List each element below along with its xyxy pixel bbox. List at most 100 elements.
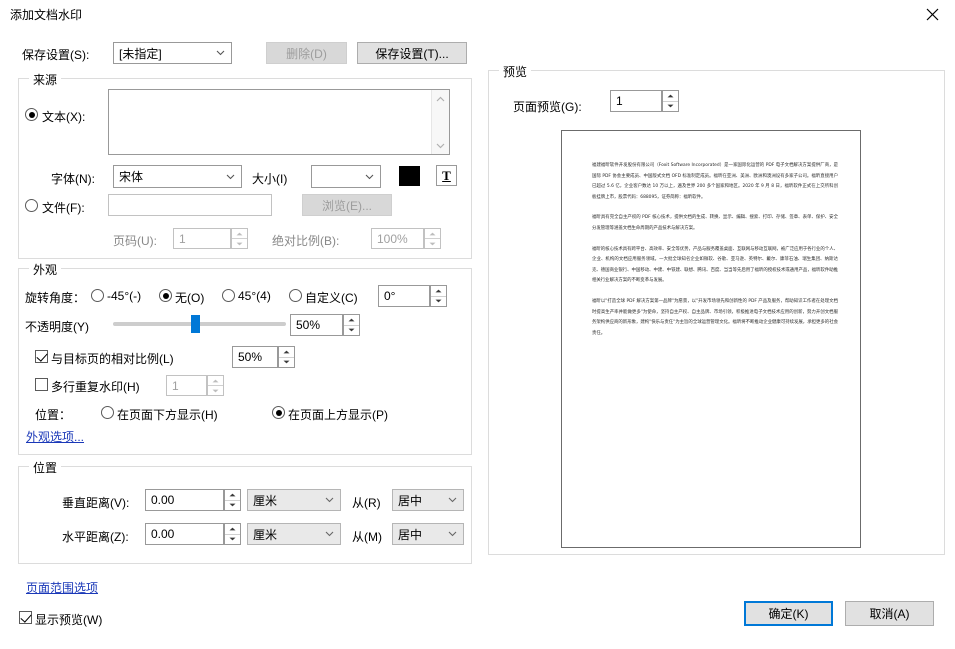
relative-scale-label: 与目标页的相对比例(L) bbox=[51, 350, 174, 367]
vertical-distance-value: 0.00 bbox=[151, 493, 174, 507]
spinner-up-icon[interactable] bbox=[208, 376, 223, 386]
appearance-options-link[interactable]: 外观选项... bbox=[26, 428, 84, 445]
spinner-down-icon[interactable] bbox=[232, 239, 247, 248]
file-path-input[interactable] bbox=[108, 194, 272, 216]
text-source-label: 文本(X): bbox=[42, 108, 85, 125]
spinner-down-icon[interactable] bbox=[431, 297, 446, 307]
rotation-radio-none[interactable] bbox=[159, 289, 172, 302]
vertical-distance-input[interactable]: 0.00 bbox=[145, 489, 224, 511]
close-button[interactable] bbox=[910, 0, 955, 28]
delete-preset-button[interactable]: 删除(D) bbox=[266, 42, 347, 64]
file-source-radio[interactable] bbox=[25, 199, 38, 212]
size-label: 大小(I) bbox=[252, 170, 287, 187]
chevron-down-icon bbox=[365, 172, 374, 181]
page-number-spinner[interactable] bbox=[231, 228, 248, 249]
relative-scale-value: 50% bbox=[238, 350, 262, 364]
spinner-down-icon[interactable] bbox=[225, 535, 240, 545]
page-preview-label: 页面预览(G): bbox=[513, 98, 582, 115]
ok-button[interactable]: 确定(K) bbox=[744, 601, 833, 626]
horizontal-unit-combo[interactable]: 厘米 bbox=[247, 523, 341, 545]
scroll-up-icon[interactable] bbox=[432, 90, 449, 107]
spinner-down-icon[interactable] bbox=[279, 358, 294, 368]
vertical-distance-spinner[interactable] bbox=[224, 489, 241, 511]
page-preview-spinner[interactable] bbox=[662, 90, 679, 112]
spinner-down-icon[interactable] bbox=[425, 239, 440, 248]
spinner-up-icon[interactable] bbox=[344, 315, 359, 326]
rotation-label-custom: 自定义(C) bbox=[305, 289, 358, 306]
font-combo[interactable]: 宋体 bbox=[113, 165, 242, 188]
horizontal-distance-label: 水平距离(Z): bbox=[62, 528, 129, 545]
spinner-up-icon[interactable] bbox=[232, 229, 247, 239]
page-preview-input[interactable]: 1 bbox=[610, 90, 662, 112]
save-settings-label: 保存设置(S): bbox=[22, 46, 89, 63]
spinner-up-icon[interactable] bbox=[225, 490, 240, 501]
text-source-radio[interactable] bbox=[25, 108, 38, 121]
preview-paragraph: 福昕以"打造全球 PDF 解决方案第一品牌"为愿景，以"开发市场领先和创新性的 … bbox=[592, 297, 838, 339]
spinner-up-icon[interactable] bbox=[279, 347, 294, 358]
relative-scale-spinner[interactable] bbox=[278, 346, 295, 368]
vertical-anchor-combo[interactable]: 居中 bbox=[392, 489, 464, 511]
opacity-spinner[interactable] bbox=[343, 314, 360, 336]
relative-scale-checkbox[interactable] bbox=[35, 350, 48, 363]
spinner-down-icon[interactable] bbox=[225, 501, 240, 511]
font-combo-value: 宋体 bbox=[119, 168, 143, 185]
size-combo[interactable] bbox=[311, 165, 381, 188]
rotation-radio-custom[interactable] bbox=[289, 289, 302, 302]
preset-combo[interactable]: [未指定] bbox=[113, 42, 232, 64]
preview-group-title: 预览 bbox=[499, 63, 531, 80]
absolute-scale-spinner[interactable] bbox=[424, 228, 441, 249]
vertical-unit-value: 厘米 bbox=[253, 492, 277, 509]
opacity-input[interactable]: 50% bbox=[290, 314, 343, 336]
preview-page[interactable]: 福建福昕软件开发股份有限公司（Foxit Software Incorporat… bbox=[561, 130, 861, 548]
scroll-down-icon[interactable] bbox=[432, 137, 449, 154]
vertical-unit-combo[interactable]: 厘米 bbox=[247, 489, 341, 511]
position-below-radio[interactable] bbox=[101, 406, 114, 419]
browse-button[interactable]: 浏览(E)... bbox=[302, 194, 392, 216]
page-range-options-link[interactable]: 页面范围选项 bbox=[26, 579, 98, 596]
spinner-up-icon[interactable] bbox=[425, 229, 440, 239]
relative-scale-input[interactable]: 50% bbox=[232, 346, 278, 368]
spinner-down-icon[interactable] bbox=[208, 386, 223, 395]
text-color-swatch[interactable] bbox=[399, 166, 420, 186]
repeat-watermark-spinner[interactable] bbox=[207, 375, 224, 396]
rotation-radio-minus45[interactable] bbox=[91, 289, 104, 302]
rotation-angle-spinner[interactable] bbox=[430, 285, 447, 307]
spinner-up-icon[interactable] bbox=[431, 286, 446, 297]
rotation-angle-input[interactable]: 0° bbox=[378, 285, 430, 307]
opacity-slider-thumb[interactable] bbox=[191, 315, 200, 333]
title-bar: 添加文档水印 bbox=[0, 0, 955, 28]
opacity-value: 50% bbox=[296, 318, 320, 332]
absolute-scale-value: 100% bbox=[377, 232, 408, 246]
page-number-input[interactable]: 1 bbox=[173, 228, 231, 249]
position-above-radio[interactable] bbox=[272, 406, 285, 419]
repeat-watermark-input[interactable]: 1 bbox=[166, 375, 207, 396]
spinner-up-icon[interactable] bbox=[225, 524, 240, 535]
show-preview-checkbox[interactable] bbox=[19, 611, 32, 624]
show-preview-label: 显示预览(W) bbox=[35, 611, 102, 628]
preview-paragraph: 福昕的核心技术具有跨平台、高效率、安全等优势，产品与服务覆盖桌面、互联网与移动互… bbox=[592, 245, 838, 287]
chevron-down-icon bbox=[448, 529, 457, 538]
horizontal-distance-input[interactable]: 0.00 bbox=[145, 523, 224, 545]
spinner-down-icon[interactable] bbox=[663, 102, 678, 112]
rotation-label: 旋转角度： bbox=[25, 289, 85, 306]
spinner-down-icon[interactable] bbox=[344, 326, 359, 336]
text-properties-button[interactable]: T bbox=[436, 165, 457, 186]
chevron-down-icon bbox=[448, 495, 457, 504]
absolute-scale-label: 绝对比例(B): bbox=[272, 232, 339, 249]
text-area-scrollbar[interactable] bbox=[431, 90, 449, 154]
page-number-value: 1 bbox=[179, 232, 186, 246]
watermark-text-area[interactable] bbox=[108, 89, 450, 155]
repeat-watermark-checkbox[interactable] bbox=[35, 378, 48, 391]
spinner-up-icon[interactable] bbox=[663, 91, 678, 102]
appearance-group-title: 外观 bbox=[29, 261, 61, 278]
cancel-button[interactable]: 取消(A) bbox=[845, 601, 934, 626]
repeat-watermark-label: 多行重复水印(H) bbox=[51, 378, 140, 395]
horizontal-distance-value: 0.00 bbox=[151, 527, 174, 541]
save-preset-button[interactable]: 保存设置(T)... bbox=[357, 42, 467, 64]
horizontal-anchor-combo[interactable]: 居中 bbox=[392, 523, 464, 545]
page-number-label: 页码(U): bbox=[113, 232, 157, 249]
horizontal-distance-spinner[interactable] bbox=[224, 523, 241, 545]
absolute-scale-input[interactable]: 100% bbox=[371, 228, 424, 249]
rotation-radio-45[interactable] bbox=[222, 289, 235, 302]
page-preview-value: 1 bbox=[616, 94, 623, 108]
